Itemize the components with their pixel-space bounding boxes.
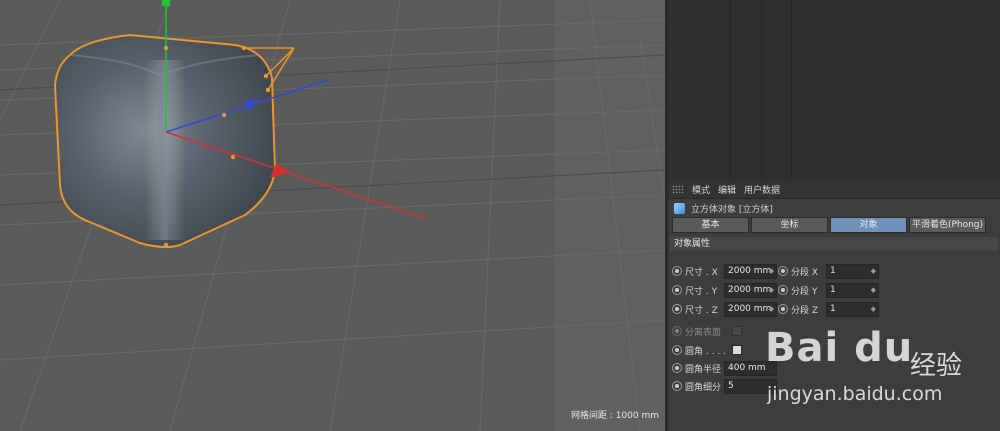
- animate-radio-icon[interactable]: [672, 304, 682, 314]
- size-x-row: 尺寸 . X 2000 mm ◆: [672, 263, 777, 279]
- fillet-label: 圆角 . . . .: [685, 346, 726, 357]
- spinner-icon[interactable]: ◆: [769, 265, 774, 278]
- fillet-subdiv-label: 圆角细分: [685, 382, 722, 393]
- attributes-menubar: 模式 编辑 用户数据: [668, 180, 1000, 199]
- spinner-icon[interactable]: ◆: [871, 284, 876, 297]
- section-title: 对象属性: [670, 237, 998, 251]
- menu-mode[interactable]: 模式: [692, 183, 710, 196]
- animate-radio-icon[interactable]: [672, 266, 682, 276]
- spinner-icon[interactable]: ◆: [871, 265, 876, 278]
- fillet-row: 圆角 . . . .: [672, 342, 742, 358]
- separate-surfaces-checkbox[interactable]: [732, 326, 742, 336]
- seg-y-label: 分段 Y: [791, 286, 818, 297]
- animate-radio-icon[interactable]: [672, 363, 682, 373]
- seg-z-row: 分段 Z 1 ◆: [778, 301, 879, 317]
- column-divider: [791, 0, 792, 180]
- size-y-field[interactable]: 2000 mm ◆: [724, 282, 777, 298]
- tab-phong[interactable]: 平滑着色(Phong): [909, 217, 986, 233]
- size-z-row: 尺寸 . Z 2000 mm ◆: [672, 301, 777, 317]
- object-title: 立方体对象 [立方体]: [691, 204, 773, 215]
- grip-icon[interactable]: [672, 184, 684, 194]
- object-title-row: 立方体对象 [立方体]: [668, 199, 1000, 217]
- spinner-icon[interactable]: ◆: [769, 284, 774, 297]
- animate-radio-icon[interactable]: [778, 266, 788, 276]
- attribute-tabs: 基本 坐标 对象 平滑着色(Phong): [668, 217, 1000, 233]
- size-x-field[interactable]: 2000 mm ◆: [724, 263, 777, 279]
- column-divider: [761, 0, 762, 180]
- size-y-value: 2000 mm: [728, 284, 772, 295]
- fillet-radius-label: 圆角半径: [685, 364, 722, 375]
- seg-x-row: 分段 X 1 ◆: [778, 263, 879, 279]
- seg-y-field[interactable]: 1 ◆: [826, 282, 879, 298]
- tab-basic[interactable]: 基本: [672, 217, 749, 233]
- seg-x-value: 1: [830, 265, 836, 276]
- animate-radio-icon[interactable]: [672, 285, 682, 295]
- size-z-field[interactable]: 2000 mm ◆: [724, 301, 777, 317]
- fillet-checkbox[interactable]: [732, 345, 742, 355]
- size-x-value: 2000 mm: [728, 265, 772, 276]
- seg-y-row: 分段 Y 1 ◆: [778, 282, 879, 298]
- tab-object[interactable]: 对象: [830, 217, 907, 233]
- menu-edit[interactable]: 编辑: [718, 183, 736, 196]
- menu-user-data[interactable]: 用户数据: [744, 183, 780, 196]
- size-y-label: 尺寸 . Y: [685, 286, 718, 297]
- tab-coordinates[interactable]: 坐标: [751, 217, 828, 233]
- watermark-url: jingyan.baidu.com: [767, 383, 943, 405]
- object-manager-panel[interactable]: [668, 0, 1000, 180]
- spinner-icon[interactable]: ◆: [769, 303, 774, 316]
- cube-icon: [674, 202, 685, 214]
- baidu-watermark: Bai du 经验 jingyan.baidu.com: [765, 325, 1000, 425]
- seg-z-value: 1: [830, 303, 836, 314]
- rounded-cube: [53, 33, 277, 249]
- fillet-radius-value: 400 mm: [728, 362, 766, 373]
- grid-spacing-readout: 网格间距 : 1000 mm: [570, 411, 659, 421]
- watermark-brand: Bai du: [765, 325, 914, 371]
- viewport-scene: [0, 0, 665, 431]
- separate-surfaces-label: 分离表面: [685, 327, 722, 338]
- size-x-label: 尺寸 . X: [685, 267, 718, 278]
- animate-radio-icon: [672, 326, 682, 336]
- seg-y-value: 1: [830, 284, 836, 295]
- fillet-radius-row: 圆角半径 400 mm: [672, 360, 777, 376]
- animate-radio-icon[interactable]: [672, 381, 682, 391]
- animate-radio-icon[interactable]: [672, 345, 682, 355]
- size-y-row: 尺寸 . Y 2000 mm ◆: [672, 282, 777, 298]
- animate-radio-icon[interactable]: [778, 285, 788, 295]
- seg-z-label: 分段 Z: [791, 305, 819, 316]
- spinner-icon[interactable]: ◆: [871, 303, 876, 316]
- seg-z-field[interactable]: 1 ◆: [826, 301, 879, 317]
- column-divider: [730, 0, 731, 180]
- fillet-subdiv-row: 圆角细分 5: [672, 378, 777, 394]
- size-z-label: 尺寸 . Z: [685, 305, 718, 316]
- seg-x-label: 分段 X: [791, 267, 819, 278]
- seg-x-field[interactable]: 1 ◆: [826, 263, 879, 279]
- fillet-subdiv-value: 5: [728, 380, 734, 391]
- watermark-brand-cn: 经验: [910, 351, 963, 381]
- 3d-viewport[interactable]: 网格间距 : 1000 mm: [0, 0, 665, 431]
- size-z-value: 2000 mm: [728, 303, 772, 314]
- animate-radio-icon[interactable]: [778, 304, 788, 314]
- separate-surfaces-row: 分离表面: [672, 323, 742, 339]
